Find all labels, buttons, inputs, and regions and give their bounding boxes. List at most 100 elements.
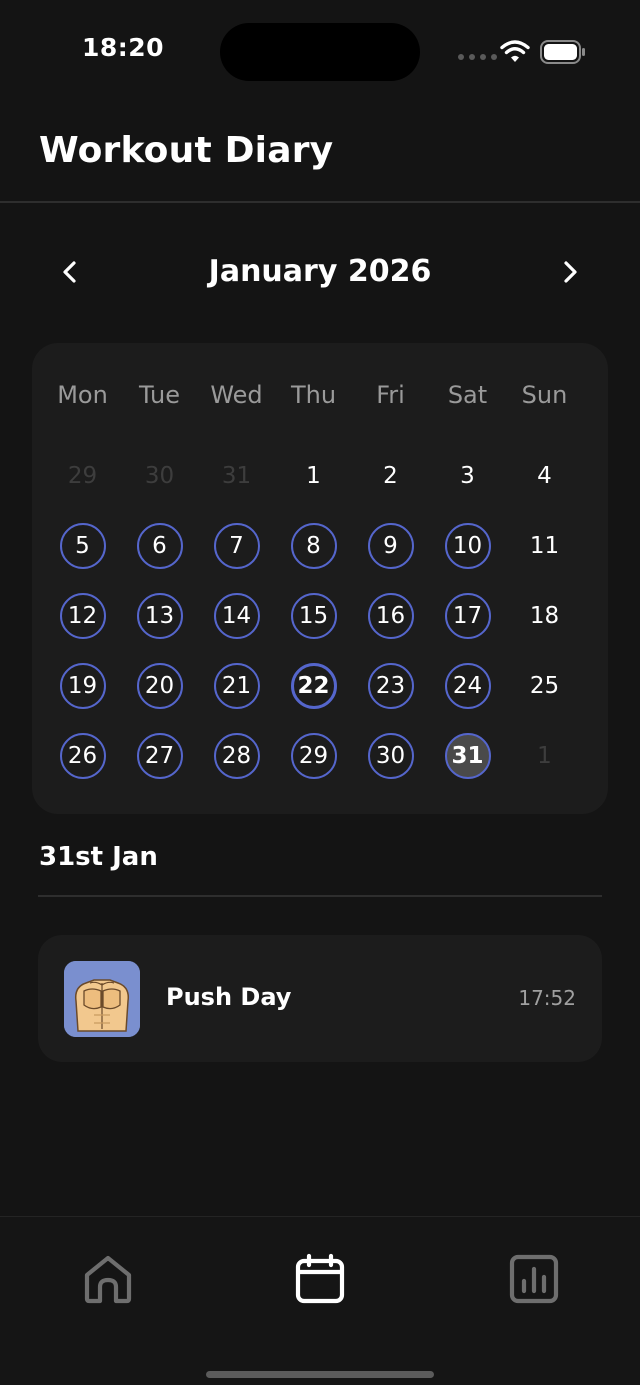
workout-time: 17:52 [518,986,576,1010]
calendar-day-cell: 29 [275,721,352,791]
calendar-day[interactable]: 9 [367,523,414,569]
calendar-day-cell: 6 [121,511,198,581]
calendar-day-cell: 19 [44,651,121,721]
calendar-day-cell: 1 [275,441,352,511]
calendar-day[interactable]: 3 [445,453,491,499]
tab-calendar[interactable] [294,1253,346,1305]
calendar-day[interactable]: 13 [136,593,183,639]
calendar-day-cell: 7 [198,511,275,581]
calendar-day-cell: 3 [429,441,506,511]
calendar-day[interactable]: 1 [522,733,568,779]
calendar-day-cell: 22 [275,651,352,721]
calendar-day-cell: 2 [352,441,429,511]
calendar-day[interactable]: 5 [59,523,106,569]
calendar-day[interactable]: 18 [522,593,568,639]
calendar-day[interactable]: 20 [136,663,183,709]
header-divider [0,201,640,203]
calendar-day[interactable]: 10 [444,523,491,569]
calendar-card: Mon Tue Wed Thu Fri Sat Sun 29 30 31 1 2 3 4 5 6… [32,343,608,814]
calendar-day-cell: 21 [198,651,275,721]
calendar-day[interactable]: 8 [290,523,337,569]
calendar-day-cell: 31 [429,721,506,791]
tab-home[interactable] [82,1253,134,1305]
calendar-icon [295,1253,345,1304]
calendar-day-cell: 26 [44,721,121,791]
workout-list-item[interactable]: Push Day 17:52 [38,935,602,1062]
home-icon [84,1255,132,1304]
calendar-day-cell: 29 [44,441,121,511]
calendar-day[interactable]: 4 [522,453,568,499]
weekday-label: Thu [290,381,337,409]
calendar-day[interactable]: 17 [444,593,491,639]
calendar-day[interactable]: 23 [367,663,414,709]
calendar-day[interactable]: 15 [290,593,337,639]
calendar-day-grid: 29 30 31 1 2 3 4 5 6 7 8 9 10 11 12 13 14 15 16 17 18 19 20 21 2… [44,441,583,791]
calendar-day-cell: 31 [198,441,275,511]
calendar-day-cell: 11 [506,511,583,581]
next-month-button[interactable] [550,252,590,292]
calendar-day[interactable]: 22 [290,663,337,709]
calendar-day-cell: 23 [352,651,429,721]
calendar-day-cell: 8 [275,511,352,581]
calendar-day-cell: 17 [429,581,506,651]
workout-name: Push Day [166,983,292,1011]
page-title: Workout Diary [39,130,334,171]
calendar-day-cell: 15 [275,581,352,651]
cellular-signal-icon [458,54,497,60]
calendar-day-cell: 25 [506,651,583,721]
weekday-label: Sat [447,381,488,409]
weekday-label: Fri [376,381,405,409]
calendar-day[interactable]: 25 [522,663,568,709]
weekday-header-row: Mon Tue Wed Thu Fri Sat Sun [44,381,583,409]
calendar-day[interactable]: 29 [290,733,337,779]
calendar-day[interactable]: 24 [444,663,491,709]
calendar-day[interactable]: 1 [291,453,337,499]
chevron-right-icon [564,261,577,283]
calendar-day[interactable]: 7 [213,523,260,569]
section-divider [38,895,602,897]
calendar-day[interactable]: 6 [136,523,183,569]
calendar-day[interactable]: 30 [367,733,414,779]
calendar-day-cell: 10 [429,511,506,581]
weekday-label: Tue [139,381,180,409]
wifi-icon [500,40,530,62]
home-indicator [206,1371,434,1378]
calendar-day[interactable]: 16 [367,593,414,639]
calendar-day-cell: 27 [121,721,198,791]
calendar-day[interactable]: 12 [59,593,106,639]
calendar-day[interactable]: 2 [368,453,414,499]
calendar-day-cell: 28 [198,721,275,791]
calendar-day-selected[interactable]: 31 [444,733,491,779]
dynamic-island [220,23,420,81]
chest-muscle-icon [64,961,140,1037]
app-screen: 18:20 Workout Diary January 2026 Mon Tue… [0,0,640,1385]
calendar-day-cell: 9 [352,511,429,581]
weekday-label: Sun [521,381,568,409]
calendar-day[interactable]: 11 [522,523,568,569]
calendar-day[interactable]: 21 [213,663,260,709]
calendar-day-cell: 4 [506,441,583,511]
calendar-day[interactable]: 26 [59,733,106,779]
weekday-label: Mon [57,381,108,409]
weekday-label: Wed [210,381,263,409]
calendar-day[interactable]: 30 [137,453,183,499]
tab-statistics[interactable] [508,1253,560,1305]
battery-icon [540,40,585,64]
calendar-day[interactable]: 19 [59,663,106,709]
calendar-day-cell: 16 [352,581,429,651]
calendar-day-cell: 12 [44,581,121,651]
calendar-day[interactable]: 27 [136,733,183,779]
calendar-day-cell: 5 [44,511,121,581]
month-label: January 2026 [208,254,432,289]
calendar-day-cell: 24 [429,651,506,721]
calendar-day-cell: 13 [121,581,198,651]
calendar-day-cell: 30 [121,441,198,511]
calendar-day[interactable]: 29 [60,453,106,499]
calendar-day[interactable]: 28 [213,733,260,779]
calendar-day[interactable]: 31 [214,453,260,499]
calendar-day-cell: 20 [121,651,198,721]
calendar-day[interactable]: 14 [213,593,260,639]
calendar-day-cell: 18 [506,581,583,651]
bottom-tab-bar [0,1216,640,1385]
calendar-day-cell: 14 [198,581,275,651]
